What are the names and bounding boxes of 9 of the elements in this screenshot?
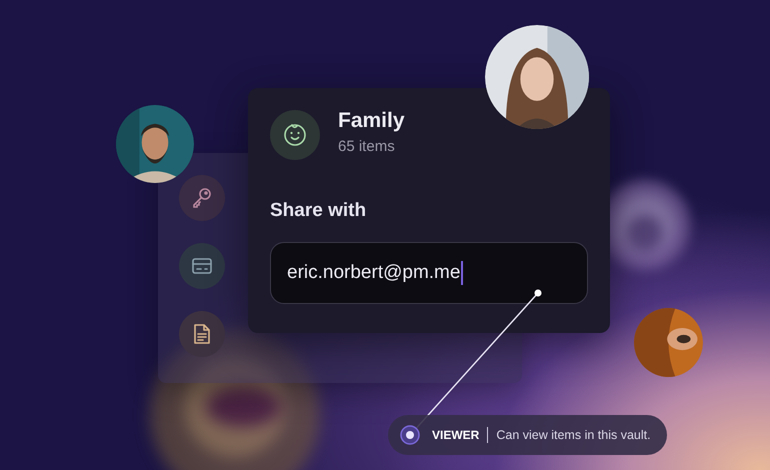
item-count: 65 items xyxy=(338,138,396,155)
role-name: VIEWER xyxy=(432,428,480,442)
email-field[interactable]: eric.norbert@pm.me xyxy=(270,242,588,304)
share-with-label: Share with xyxy=(270,200,368,222)
role-description: Can view items in this vault. xyxy=(496,428,651,442)
vault-name: Family xyxy=(338,109,405,133)
baby-face-icon xyxy=(270,110,320,160)
radio-icon xyxy=(400,425,420,445)
key-icon xyxy=(190,186,214,210)
